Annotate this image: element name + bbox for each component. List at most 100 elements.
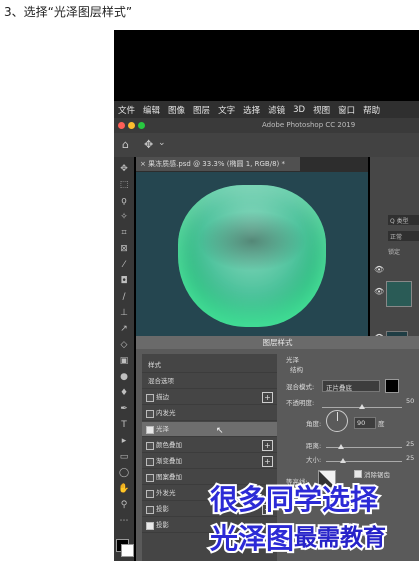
- brush-tool-icon[interactable]: ∕: [118, 291, 130, 303]
- window-title-bar: Adobe Photoshop CC 2019: [114, 118, 419, 133]
- satin-color-swatch[interactable]: [385, 379, 399, 393]
- canvas[interactable]: [136, 172, 368, 355]
- antialias-checkbox[interactable]: [354, 470, 362, 478]
- menu-edit[interactable]: 编辑: [143, 104, 160, 116]
- angle-label: 角度:: [306, 420, 322, 428]
- zoom-window-button[interactable]: [138, 122, 145, 129]
- opacity-value[interactable]: 50: [406, 397, 414, 405]
- subtitle-line-1: 很多同学选择: [208, 481, 380, 518]
- history-brush-icon[interactable]: ↗: [118, 323, 130, 335]
- style-item-gradient-overlay[interactable]: 渐变叠加 +: [142, 454, 277, 469]
- style-checkbox[interactable]: [146, 474, 154, 482]
- size-slider[interactable]: [326, 461, 402, 462]
- visibility-eye-icon[interactable]: 👁: [374, 287, 384, 296]
- dodge-tool-icon[interactable]: ♦: [118, 387, 130, 399]
- document-area: × 果冻质感.psd @ 33.3% (椭圆 1, RGB/8) *: [136, 157, 368, 355]
- more-tools-icon[interactable]: ⋯: [118, 515, 130, 527]
- home-icon[interactable]: ⌂: [122, 138, 129, 151]
- options-bar: ⌂ ✥ ⌄: [114, 133, 419, 157]
- lock-label: 锁定: [388, 249, 401, 256]
- background-color-swatch[interactable]: [121, 544, 134, 557]
- blend-mode-dropdown[interactable]: 正片叠底: [322, 380, 380, 392]
- style-checkbox[interactable]: [146, 410, 154, 418]
- distance-value[interactable]: 25: [406, 440, 414, 448]
- rectangle-tool-icon[interactable]: ▭: [118, 451, 130, 463]
- menu-image[interactable]: 图像: [168, 104, 185, 116]
- size-slider-handle[interactable]: [340, 458, 346, 463]
- distance-label: 距离:: [306, 442, 322, 450]
- frame-tool-icon[interactable]: ⊠: [118, 243, 130, 255]
- ellipse-tool-icon[interactable]: ◯: [118, 467, 130, 479]
- add-effect-button[interactable]: +: [262, 440, 273, 451]
- style-item-inner-glow[interactable]: 内发光: [142, 406, 277, 421]
- stamp-tool-icon[interactable]: ⊥: [118, 307, 130, 319]
- eraser-tool-icon[interactable]: ◇: [118, 339, 130, 351]
- chevron-down-icon[interactable]: ⌄: [158, 138, 166, 148]
- visibility-eye-icon[interactable]: 👁: [374, 265, 384, 274]
- jelly-shape: [178, 185, 326, 327]
- style-checkbox[interactable]: [146, 394, 154, 402]
- size-value[interactable]: 25: [406, 454, 414, 462]
- style-item-satin[interactable]: 光泽 ↖: [142, 422, 277, 437]
- opacity-label: 不透明度:: [286, 399, 315, 407]
- subsection-title: 结构: [290, 366, 303, 374]
- style-checkbox[interactable]: [146, 426, 154, 434]
- menu-view[interactable]: 视图: [313, 104, 330, 116]
- opacity-slider-handle[interactable]: [359, 404, 365, 409]
- add-effect-button[interactable]: +: [262, 456, 273, 467]
- video-frame: 文件 编辑 图像 图层 文字 选择 滤镜 3D 视图 窗口 帮助 Adobe P…: [114, 30, 419, 561]
- minimize-window-button[interactable]: [128, 122, 135, 129]
- blur-tool-icon[interactable]: ●: [118, 371, 130, 383]
- dialog-title: 图层样式: [136, 336, 419, 349]
- menu-3d[interactable]: 3D: [293, 105, 305, 115]
- style-checkbox[interactable]: [146, 458, 154, 466]
- layer-search-field[interactable]: Q 类型: [388, 215, 419, 225]
- eyedropper-icon[interactable]: ⁄: [118, 259, 130, 271]
- magic-wand-icon[interactable]: ✧: [118, 211, 130, 223]
- crop-tool-icon[interactable]: ⌗: [118, 227, 130, 239]
- gradient-tool-icon[interactable]: ▣: [118, 355, 130, 367]
- angle-unit: 度: [378, 420, 385, 428]
- app-title: Adobe Photoshop CC 2019: [262, 121, 356, 129]
- section-title: 光泽: [286, 356, 299, 364]
- menu-type[interactable]: 文字: [218, 104, 235, 116]
- menu-layer[interactable]: 图层: [193, 104, 210, 116]
- close-window-button[interactable]: [118, 122, 125, 129]
- style-checkbox[interactable]: [146, 490, 154, 498]
- document-tab[interactable]: × 果冻质感.psd @ 33.3% (椭圆 1, RGB/8) *: [136, 157, 300, 171]
- blend-options-item[interactable]: 混合选项: [142, 374, 277, 389]
- style-list-header: 样式: [142, 358, 277, 373]
- layers-panel: Q 类型 正常 锁定 👁 👁 👁: [370, 157, 419, 355]
- menu-file[interactable]: 文件: [118, 104, 135, 116]
- style-item-stroke[interactable]: 描边 +: [142, 390, 277, 405]
- style-checkbox[interactable]: [146, 506, 154, 514]
- step-caption: 3、选择“光泽图层样式”: [4, 5, 133, 19]
- style-item-color-overlay[interactable]: 颜色叠加 +: [142, 438, 277, 453]
- move-tool-icon[interactable]: ✥: [144, 138, 153, 151]
- add-effect-button[interactable]: +: [262, 392, 273, 403]
- layer-thumbnail[interactable]: [386, 281, 412, 307]
- path-select-icon[interactable]: ▸: [118, 435, 130, 447]
- type-tool-icon[interactable]: T: [118, 419, 130, 431]
- menu-select[interactable]: 选择: [243, 104, 260, 116]
- shape-gloss-shadow: [198, 211, 306, 271]
- distance-slider-handle[interactable]: [338, 444, 344, 449]
- menu-help[interactable]: 帮助: [363, 104, 380, 116]
- move-tool-icon[interactable]: ✥: [118, 163, 130, 175]
- hand-tool-icon[interactable]: ✋: [118, 483, 130, 495]
- marquee-tool-icon[interactable]: ⬚: [118, 179, 130, 191]
- healing-brush-icon[interactable]: ◘: [118, 275, 130, 287]
- size-label: 大小:: [306, 456, 322, 464]
- pen-tool-icon[interactable]: ✒: [118, 403, 130, 415]
- style-checkbox[interactable]: [146, 442, 154, 450]
- zoom-tool-icon[interactable]: ⚲: [118, 499, 130, 511]
- blend-mode-select[interactable]: 正常: [388, 231, 419, 241]
- style-checkbox[interactable]: [146, 522, 154, 530]
- menu-bar: 文件 编辑 图像 图层 文字 选择 滤镜 3D 视图 窗口 帮助: [114, 101, 419, 118]
- menu-filter[interactable]: 滤镜: [268, 104, 285, 116]
- lasso-tool-icon[interactable]: ϙ: [118, 195, 130, 207]
- menu-window[interactable]: 窗口: [338, 104, 355, 116]
- toolbox: ✥ ⬚ ϙ ✧ ⌗ ⊠ ⁄ ◘ ∕ ⊥ ↗ ◇ ▣ ● ♦ ✒ T ▸ ▭ ◯ …: [114, 157, 134, 561]
- angle-field[interactable]: 90: [354, 417, 376, 429]
- angle-dial[interactable]: [326, 410, 348, 432]
